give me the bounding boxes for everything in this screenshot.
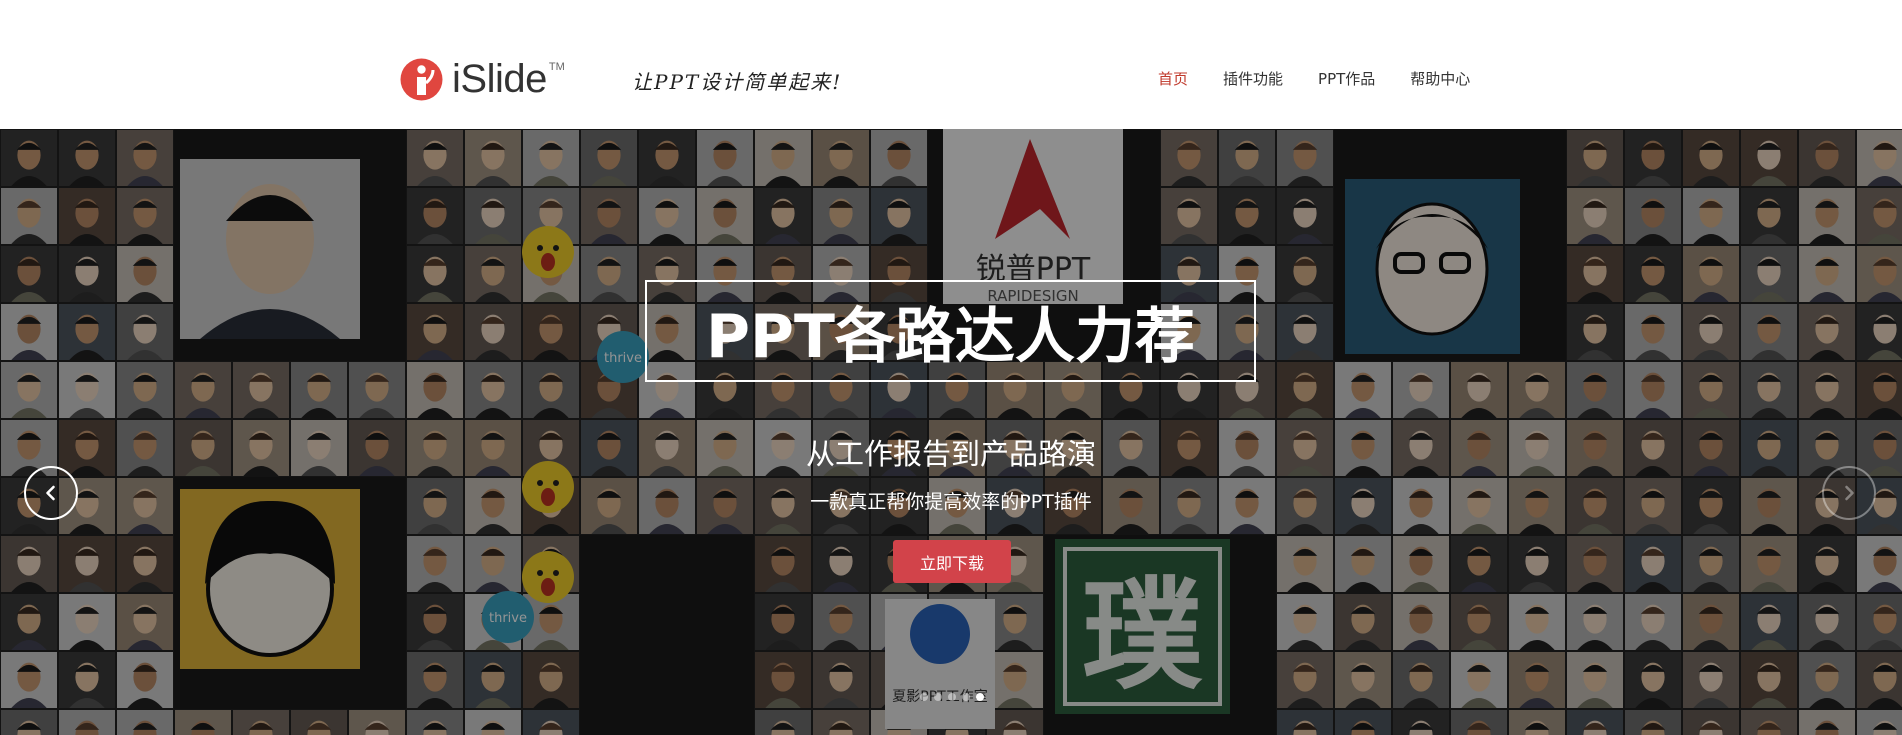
hero-tagline: 一款真正帮你提高效率的PPT插件 [810, 491, 1092, 513]
carousel-dot-5[interactable] [976, 693, 984, 701]
islide-logo[interactable]: iSlide TM [400, 56, 565, 102]
carousel-dot-3[interactable] [948, 693, 956, 701]
download-button[interactable]: 立即下载 [893, 540, 1011, 583]
chevron-left-icon [46, 485, 55, 501]
site-header: iSlide TM 让PPT设计简单起来! 首页 插件功能 PPT作品 帮助中心 [0, 0, 1902, 129]
carousel-next-button[interactable] [1822, 466, 1876, 520]
carousel-prev-button[interactable] [24, 466, 78, 520]
carousel-dot-4[interactable] [962, 693, 970, 701]
chevron-right-icon [1845, 485, 1854, 501]
islide-logo-icon [400, 58, 443, 100]
hero-carousel: 锐普PPT RAPIDESIGN 璞夏影PPT工作室 thrive thrive PPT… [0, 129, 1902, 735]
nav-home[interactable]: 首页 [1158, 68, 1188, 89]
logo-text: iSlide [452, 57, 547, 101]
hero-title-box: PPT各路达人力荐 [645, 280, 1256, 382]
logo-trademark: TM [548, 61, 565, 73]
nav-help[interactable]: 帮助中心 [1410, 68, 1470, 89]
nav-works[interactable]: PPT作品 [1318, 68, 1375, 89]
carousel-indicators [920, 693, 990, 701]
carousel-dot-2[interactable] [934, 693, 942, 701]
main-nav: 首页 插件功能 PPT作品 帮助中心 [1158, 68, 1470, 89]
nav-features[interactable]: 插件功能 [1223, 68, 1283, 89]
hero-title: PPT各路达人力荐 [706, 301, 1195, 372]
carousel-dot-1[interactable] [920, 693, 928, 701]
hero-subtitle: 从工作报告到产品路演 [805, 437, 1096, 471]
slogan: 让PPT设计简单起来! [632, 70, 843, 94]
